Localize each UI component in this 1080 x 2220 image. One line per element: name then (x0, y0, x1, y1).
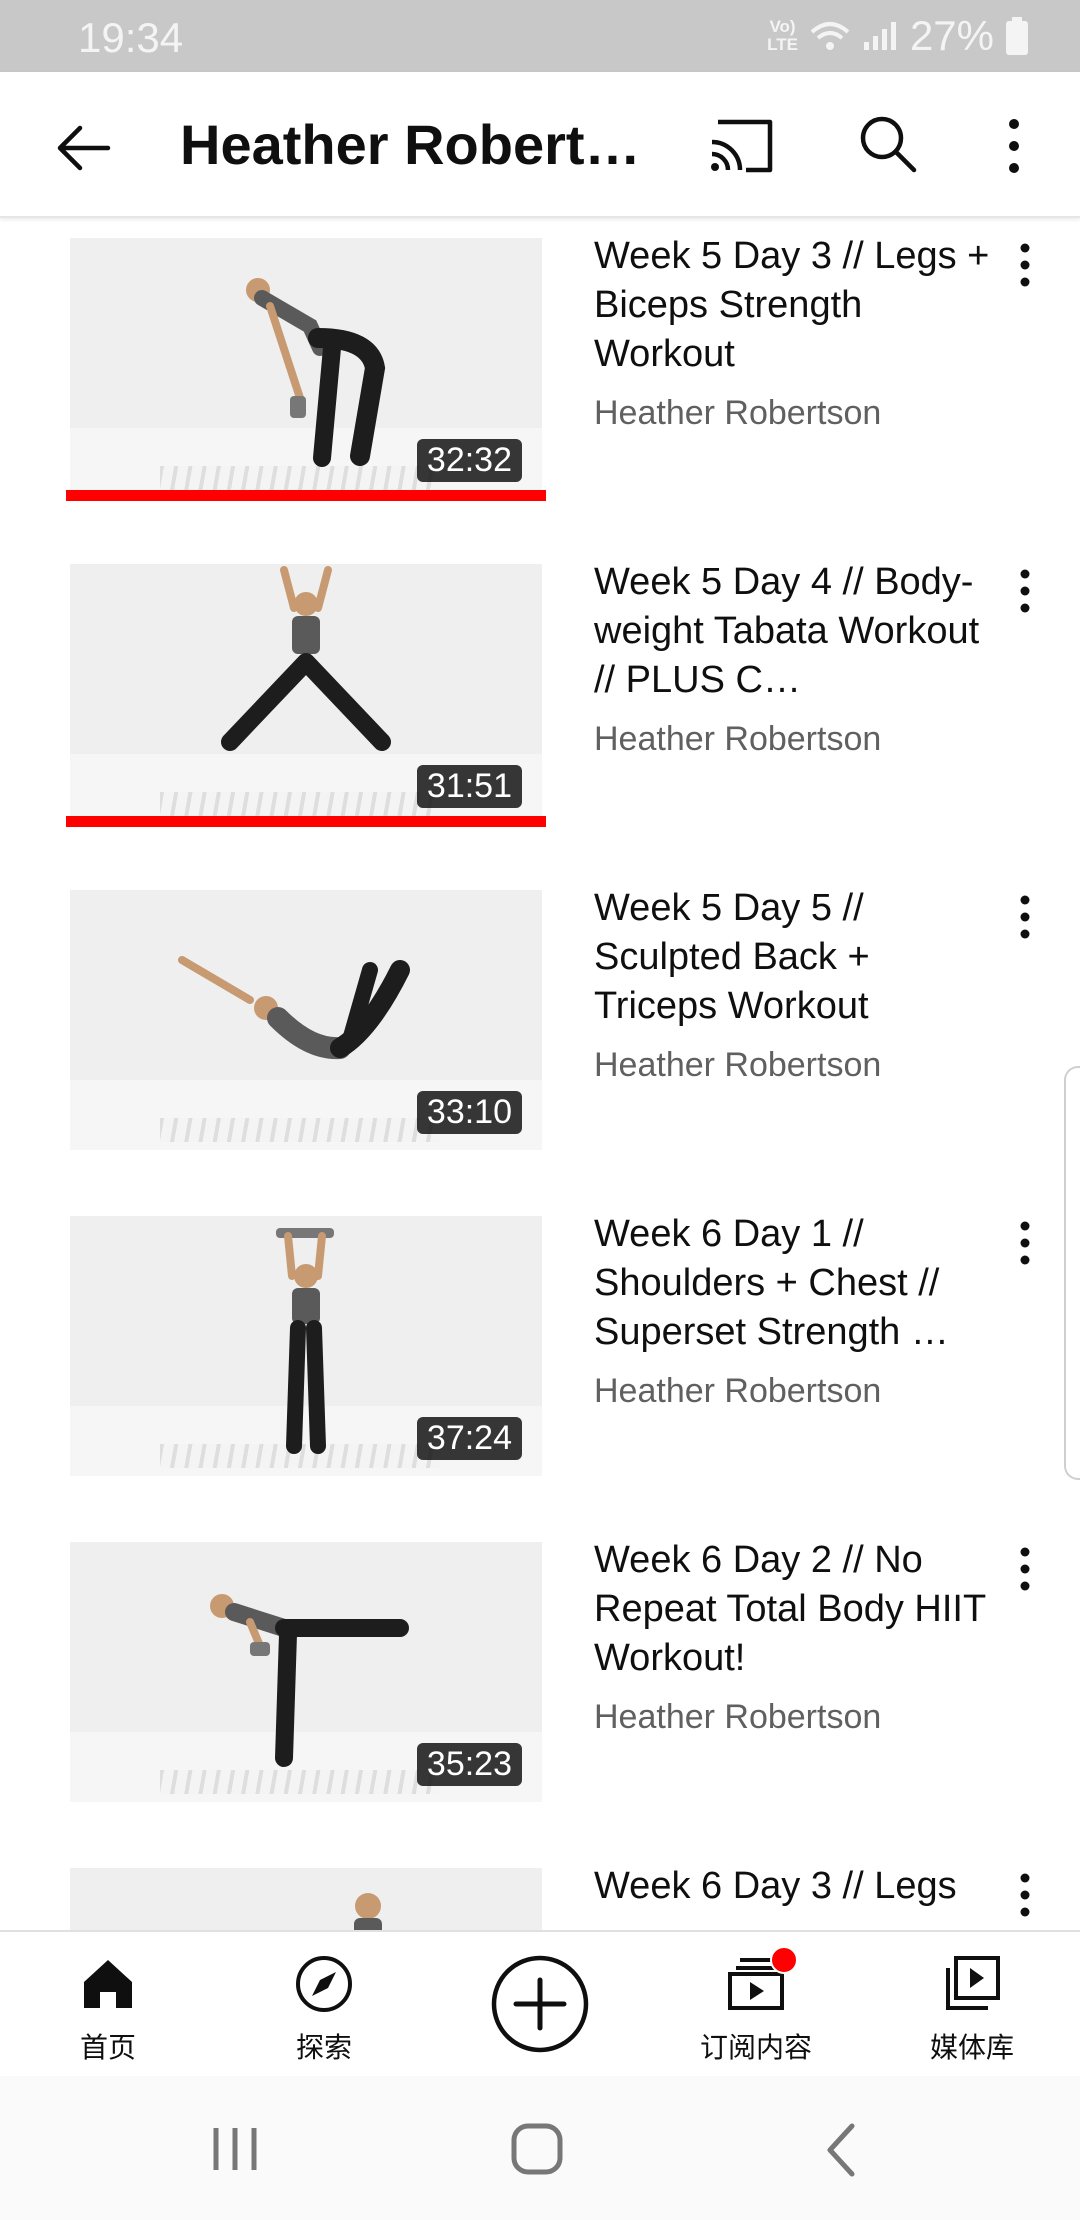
system-nav-bar (0, 2076, 1080, 2220)
video-channel: Heather Robertson (594, 1372, 882, 1410)
video-channel: Heather Robertson (594, 720, 882, 758)
video-duration: 31:51 (416, 765, 522, 808)
video-title[interactable]: Week 6 Day 2 // No Repeat Total Body HII… (594, 1536, 994, 1683)
video-thumbnail[interactable]: 37:24 (70, 1216, 542, 1476)
nav-home[interactable]: 首页 (8, 1932, 208, 2076)
video-more-icon[interactable] (1012, 1872, 1038, 1918)
video-thumbnail[interactable]: 35:23 (70, 1542, 542, 1802)
nav-subscriptions-label: 订阅内容 (699, 2031, 812, 2064)
video-title[interactable]: Week 6 Day 3 // Legs (594, 1862, 994, 1911)
video-duration: 35:23 (416, 1743, 522, 1786)
nav-library[interactable]: 媒体库 (872, 1932, 1072, 2076)
more-vert-icon[interactable] (1000, 114, 1028, 178)
nav-explore[interactable]: 探索 (224, 1932, 424, 2076)
nav-home-label: 首页 (79, 2031, 136, 2064)
notification-dot (770, 1946, 798, 1974)
signal-icon (863, 22, 896, 50)
video-item[interactable]: Week 6 Day 3 // Legs (0, 1848, 1080, 1930)
create-plus-icon[interactable] (490, 1954, 590, 2054)
video-item[interactable]: 32:32 Week 5 Day 3 // Legs + Biceps Stre… (0, 218, 1080, 518)
scroll-handle[interactable] (1064, 1066, 1080, 1480)
video-thumbnail[interactable]: 31:51 (70, 564, 542, 824)
explore-compass-icon (296, 1956, 352, 2012)
battery-percent: 27% (909, 12, 994, 59)
video-item[interactable]: 33:10 Week 5 Day 5 // Sculpted Back + Tr… (0, 870, 1080, 1170)
status-time: 19:34 (78, 14, 184, 61)
status-bar: 19:34 Vo) LTE 27% (0, 0, 1080, 72)
recent-apps-icon[interactable] (210, 2124, 260, 2174)
status-icons: Vo) LTE 27% (767, 12, 1028, 60)
video-item[interactable]: 31:51 Week 5 Day 4 // Body-weight Tabata… (0, 544, 1080, 844)
video-more-icon[interactable] (1012, 568, 1038, 614)
nav-explore-label: 探索 (295, 2031, 352, 2064)
search-icon[interactable] (856, 112, 920, 176)
battery-icon (1006, 17, 1028, 55)
home-button-icon[interactable] (510, 2122, 564, 2176)
video-thumbnail[interactable]: 33:10 (70, 890, 542, 1150)
cast-icon[interactable] (708, 116, 776, 176)
video-duration: 32:32 (416, 439, 522, 482)
workout-figure-image (354, 1893, 382, 1930)
watch-progress-bar (66, 816, 546, 827)
channel-title: Heather Roberts… (180, 113, 670, 176)
video-channel: Heather Robertson (594, 394, 882, 432)
nav-subscriptions[interactable]: 订阅内容 (656, 1932, 856, 2076)
video-title[interactable]: Week 5 Day 5 // Sculpted Back + Triceps … (594, 884, 994, 1031)
video-item[interactable]: 37:24 Week 6 Day 1 // Shoulders + Chest … (0, 1196, 1080, 1496)
wifi-icon (810, 22, 850, 50)
volte-icon: Vo) LTE (767, 17, 798, 54)
watch-progress-bar (66, 490, 546, 501)
video-thumbnail[interactable]: 32:32 (70, 238, 542, 498)
home-icon (84, 1960, 132, 2008)
video-more-icon[interactable] (1012, 1220, 1038, 1266)
video-more-icon[interactable] (1012, 242, 1038, 288)
library-icon (946, 1956, 1000, 2010)
video-duration: 33:10 (416, 1091, 522, 1134)
system-back-icon[interactable] (822, 2122, 858, 2178)
video-duration: 37:24 (416, 1417, 522, 1460)
video-channel: Heather Robertson (594, 1046, 882, 1084)
back-arrow-icon[interactable] (52, 116, 116, 180)
nav-library-label: 媒体库 (929, 2031, 1014, 2064)
bottom-nav: 首页 探索 订阅内容 媒体库 (0, 1930, 1080, 2078)
video-thumbnail[interactable] (70, 1868, 542, 1930)
video-item[interactable]: 35:23 Week 6 Day 2 // No Repeat Total Bo… (0, 1522, 1080, 1822)
app-bar: Heather Roberts… (0, 72, 1080, 218)
video-channel: Heather Robertson (594, 1698, 882, 1736)
video-more-icon[interactable] (1012, 1546, 1038, 1592)
video-title[interactable]: Week 5 Day 3 // Legs + Biceps Strength W… (594, 232, 994, 379)
video-list[interactable]: 32:32 Week 5 Day 3 // Legs + Biceps Stre… (0, 218, 1080, 1930)
video-title[interactable]: Week 5 Day 4 // Body-weight Tabata Worko… (594, 558, 994, 705)
video-title[interactable]: Week 6 Day 1 // Shoulders + Chest // Sup… (594, 1210, 994, 1357)
video-more-icon[interactable] (1012, 894, 1038, 940)
